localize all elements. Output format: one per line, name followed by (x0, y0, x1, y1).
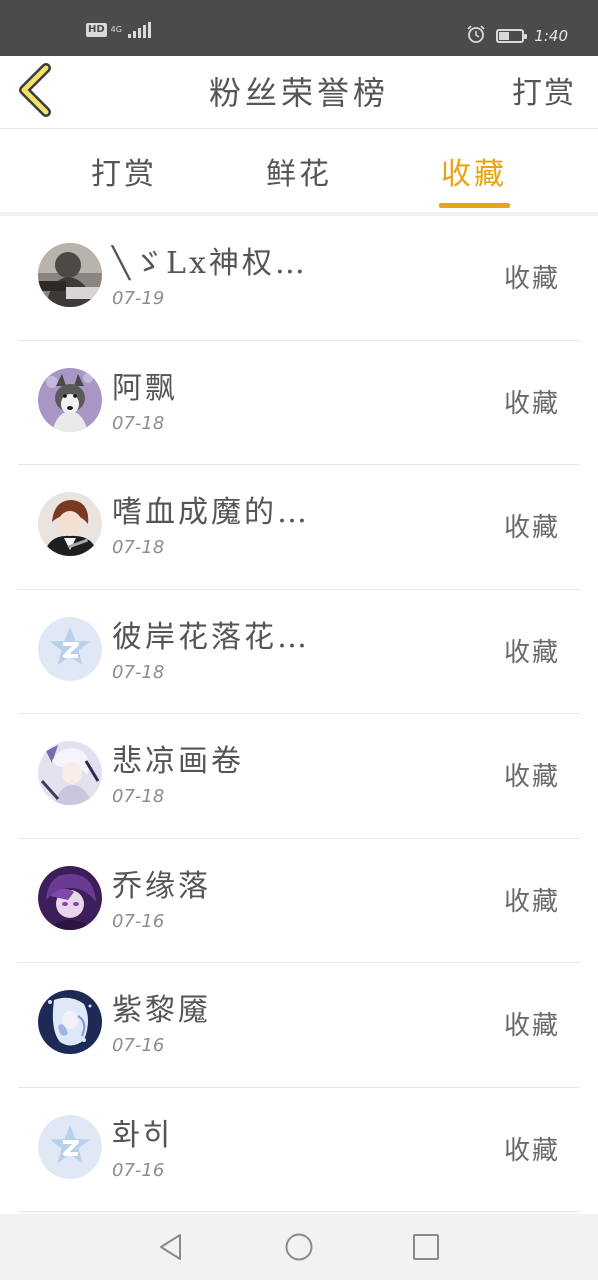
fan-nickname: 嗜血成魔的… (112, 495, 310, 530)
header: 粉丝荣誉榜 打赏 (0, 56, 598, 129)
fan-action: 收藏 (503, 1011, 560, 1041)
fan-date: 07-18 (112, 661, 165, 683)
tab-flowers[interactable]: 鲜花 (239, 149, 359, 193)
fan-nickname: 화히 (112, 1117, 174, 1153)
reward-link[interactable]: 打赏 (512, 68, 576, 112)
list-item[interactable]: 乔缘落 07-16 收藏 (18, 839, 580, 963)
list-item[interactable]: 嗜血成魔的… 07-18 收藏 (18, 465, 580, 590)
avatar[interactable] (38, 990, 102, 1054)
tab-reward[interactable]: 打赏 (64, 149, 184, 193)
avatar[interactable] (38, 741, 102, 805)
list-item[interactable]: 彼岸花落花… 07-18 收藏 (18, 590, 580, 714)
tab-bar: 打赏 鲜花 收藏 (0, 129, 598, 213)
list-item[interactable]: 화히 07-16 收藏 (18, 1088, 580, 1212)
signal-icon (127, 22, 151, 38)
avatar[interactable] (38, 1114, 102, 1179)
status-right: 1:40 (466, 24, 568, 48)
fan-nickname: 乔缘落 (112, 868, 211, 904)
fan-action: 收藏 (503, 388, 560, 419)
avatar[interactable] (38, 492, 102, 556)
fan-date: 07-16 (112, 910, 165, 932)
fan-nickname: 彼岸花落花… (112, 619, 310, 655)
active-tab-indicator (439, 203, 510, 208)
list-item[interactable]: 紫黎魇 07-16 收藏 (18, 963, 580, 1088)
home-circle-icon[interactable] (284, 1232, 314, 1262)
status-time: 1:40 (534, 27, 568, 45)
fan-date: 07-19 (112, 288, 165, 309)
fan-action: 收藏 (503, 886, 560, 917)
fan-nickname: 悲凉画卷 (112, 744, 244, 779)
fan-action: 收藏 (503, 762, 560, 792)
battery-fill (499, 32, 510, 40)
fan-date: 07-18 (112, 786, 165, 807)
fan-nickname: 阿飘 (112, 370, 178, 406)
avatar[interactable] (38, 865, 102, 930)
alarm-icon (466, 24, 486, 48)
fan-action: 收藏 (503, 264, 560, 294)
network-type: 4G (110, 25, 122, 34)
fan-nickname: 紫黎魇 (112, 993, 211, 1028)
recent-square-icon[interactable] (411, 1232, 441, 1262)
fan-date: 07-18 (112, 412, 165, 434)
list-item[interactable]: ╲ゞLx神权… 07-19 收藏 (18, 216, 580, 341)
list-item[interactable]: 阿飘 07-18 收藏 (18, 341, 580, 465)
hd-badge: HD (86, 23, 107, 37)
fan-date: 07-18 (112, 537, 165, 558)
fan-action: 收藏 (503, 1135, 560, 1166)
status-left: HD 4G (86, 22, 151, 38)
fan-date: 07-16 (112, 1159, 165, 1181)
system-nav-bar (0, 1214, 598, 1280)
avatar[interactable] (38, 367, 102, 432)
fan-date: 07-16 (112, 1035, 165, 1056)
battery-icon (496, 29, 528, 43)
tab-favorites[interactable]: 收藏 (414, 149, 534, 193)
status-bar: HD 4G 1:40 (0, 0, 598, 56)
avatar[interactable] (38, 616, 102, 681)
list-item[interactable]: 悲凉画卷 07-18 收藏 (18, 714, 580, 839)
fan-action: 收藏 (503, 513, 560, 543)
page-title: 粉丝荣誉榜 (208, 74, 389, 112)
fan-action: 收藏 (503, 637, 560, 668)
back-triangle-icon[interactable] (156, 1232, 186, 1262)
fan-list: ╲ゞLx神权… 07-19 收藏 阿飘 07-18 收藏 嗜血成魔的… 07-1… (18, 216, 580, 1212)
fan-nickname: ╲ゞLx神权… (112, 246, 308, 281)
avatar[interactable] (38, 243, 102, 307)
